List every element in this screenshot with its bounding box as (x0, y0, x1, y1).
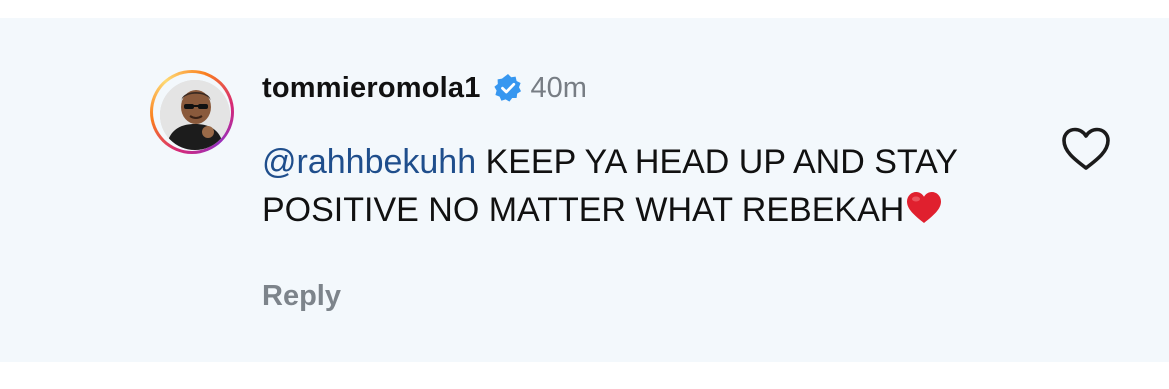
heart-outline-icon[interactable] (1060, 126, 1112, 172)
comment-header: tommieromola1 40m (262, 68, 587, 108)
avatar-photo (160, 80, 230, 150)
avatar-story-ring[interactable] (150, 70, 234, 154)
timestamp: 40m (530, 71, 587, 104)
comment-text: @rahhbekuhh KEEP YA HEAD UP AND STAY POS… (262, 138, 982, 234)
red-heart-emoji (906, 190, 942, 224)
comment-card: tommieromola1 40m @rahhbekuhh KEEP YA HE… (0, 18, 1169, 362)
verified-badge-icon (493, 73, 523, 103)
mention-link[interactable]: @rahhbekuhh (262, 143, 476, 181)
avatar[interactable] (160, 80, 230, 150)
reply-button[interactable]: Reply (262, 280, 341, 313)
username[interactable]: tommieromola1 (262, 72, 481, 105)
